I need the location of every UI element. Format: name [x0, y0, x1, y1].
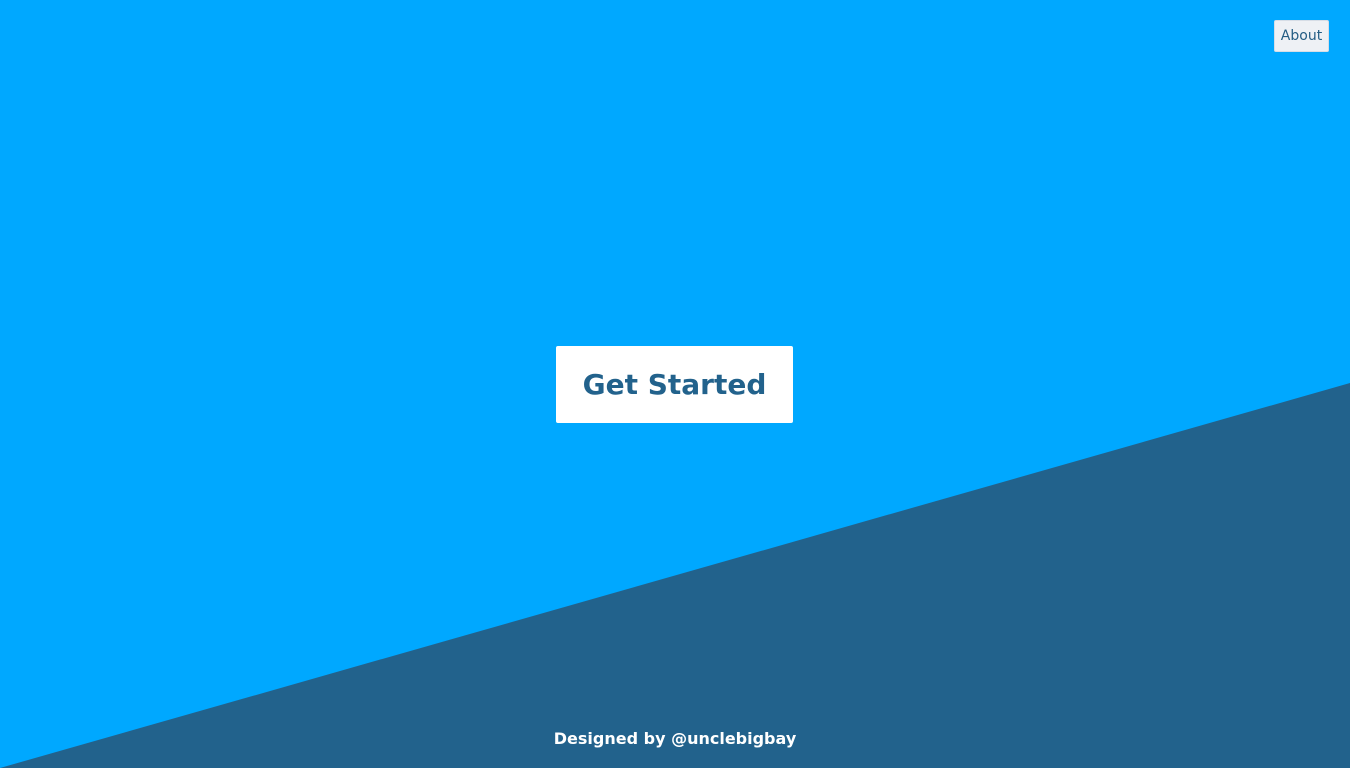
- get-started-button[interactable]: Get Started: [556, 346, 793, 423]
- about-button[interactable]: About: [1274, 20, 1329, 52]
- dark-diagonal-panel: [0, 383, 1350, 768]
- designer-credit: Designed by @unclebigbay: [553, 729, 797, 748]
